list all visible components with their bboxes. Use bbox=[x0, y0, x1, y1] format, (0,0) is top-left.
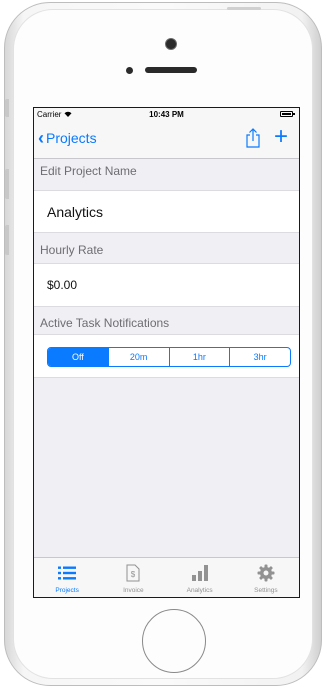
volume-down-button bbox=[5, 225, 9, 255]
battery-icon bbox=[280, 111, 295, 117]
tab-bar: Projects $ Invoice Analytics Settings bbox=[34, 557, 299, 597]
tab-label: Analytics bbox=[186, 587, 213, 594]
svg-text:$: $ bbox=[131, 570, 136, 579]
tab-label: Projects bbox=[55, 587, 79, 594]
segment-1hr[interactable]: 1hr bbox=[168, 348, 230, 366]
segment-off[interactable]: Off bbox=[48, 348, 108, 366]
gear-icon bbox=[233, 563, 299, 583]
bar-chart-icon bbox=[167, 563, 233, 583]
hourly-rate-value: $0.00 bbox=[47, 278, 78, 292]
front-camera bbox=[165, 38, 177, 50]
tab-invoice[interactable]: $ Invoice bbox=[100, 558, 166, 597]
status-bar: Carrier 10:43 PM bbox=[34, 108, 299, 121]
segment-20m[interactable]: 20m bbox=[107, 348, 169, 366]
share-icon[interactable] bbox=[244, 127, 262, 149]
tab-analytics[interactable]: Analytics bbox=[167, 558, 233, 597]
proximity-sensor bbox=[126, 67, 133, 74]
navigation-bar: ‹ Projects + bbox=[34, 121, 299, 159]
project-name-field[interactable]: Analytics bbox=[34, 190, 299, 233]
home-button[interactable] bbox=[142, 609, 206, 673]
notifications-segmented-control[interactable]: Off 20m 1hr 3hr bbox=[47, 347, 291, 367]
back-label: Projects bbox=[46, 130, 97, 146]
chevron-left-icon: ‹ bbox=[38, 128, 44, 148]
notifications-row: Off 20m 1hr 3hr bbox=[34, 334, 299, 378]
hourly-rate-field[interactable]: $0.00 bbox=[34, 263, 299, 307]
plus-icon[interactable]: + bbox=[274, 125, 288, 149]
earpiece-speaker bbox=[145, 67, 197, 73]
power-button bbox=[227, 7, 261, 10]
project-name-value: Analytics bbox=[47, 204, 104, 220]
notifications-header: Active Task Notifications bbox=[40, 316, 170, 330]
tab-label: Settings bbox=[254, 587, 278, 594]
mute-switch bbox=[5, 99, 9, 117]
tab-settings[interactable]: Settings bbox=[233, 558, 299, 597]
tab-projects[interactable]: Projects bbox=[34, 558, 100, 597]
segment-3hr[interactable]: 3hr bbox=[229, 348, 290, 366]
invoice-icon: $ bbox=[100, 563, 166, 583]
status-time: 10:43 PM bbox=[149, 110, 184, 119]
app-screen: Carrier 10:43 PM ‹ Projects + Edit Proje… bbox=[33, 107, 300, 598]
tab-label: Invoice bbox=[123, 587, 144, 594]
list-icon bbox=[34, 563, 100, 583]
volume-up-button bbox=[5, 169, 9, 199]
project-name-header: Edit Project Name bbox=[40, 164, 137, 178]
back-button[interactable]: ‹ Projects bbox=[38, 128, 97, 148]
hourly-rate-header: Hourly Rate bbox=[40, 243, 104, 257]
